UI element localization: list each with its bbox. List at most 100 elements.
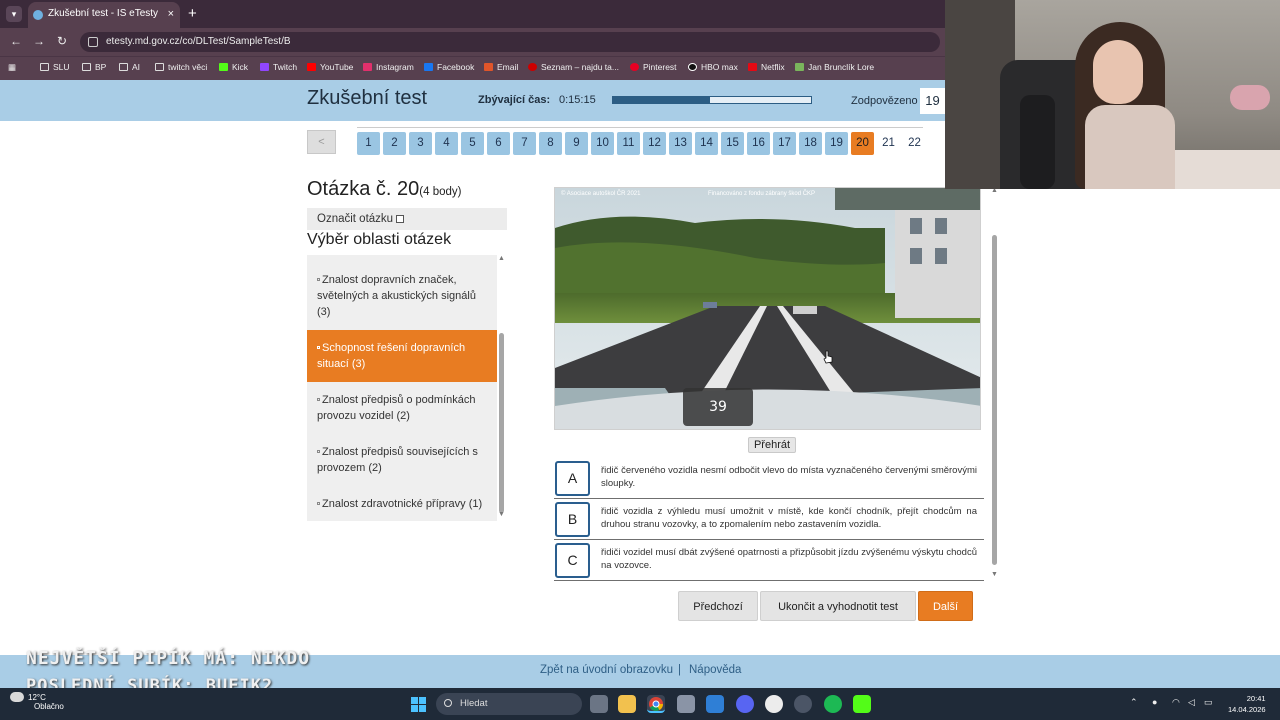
question-nav-11[interactable]: 11	[617, 132, 640, 155]
help-link[interactable]: Nápověda	[689, 664, 741, 676]
volume-icon[interactable]: ◁	[1188, 697, 1195, 708]
bookmark-twitch[interactable]: Twitch	[260, 62, 297, 72]
bookmark-jan-brunclik-lore[interactable]: Jan Brunclík Lore	[795, 62, 874, 72]
windows-start-icon[interactable]	[411, 697, 426, 712]
spotify-icon[interactable]	[824, 695, 842, 713]
question-nav-7[interactable]: 7	[513, 132, 536, 155]
question-video[interactable]: © Asociace autoškol ČR 2021 Financováno …	[554, 187, 981, 430]
question-nav-19[interactable]: 19	[825, 132, 848, 155]
home-link[interactable]: Zpět na úvodní obrazovku	[540, 664, 673, 676]
previous-button[interactable]: Předchozí	[678, 591, 758, 621]
answer-option-a[interactable]: A řidič červeného vozidla nesmí odbočit …	[554, 458, 984, 499]
taskbar-clock[interactable]: 20:41 14.04.2026	[1228, 693, 1266, 715]
bookmark-bp[interactable]: BP	[82, 62, 106, 72]
obs-icon[interactable]	[794, 695, 812, 713]
music-app-icon[interactable]	[765, 695, 783, 713]
task-view-icon[interactable]	[590, 695, 608, 713]
question-nav-4[interactable]: 4	[435, 132, 458, 155]
question-nav-2[interactable]: 2	[383, 132, 406, 155]
bookmark-facebook[interactable]: Facebook	[424, 62, 474, 72]
category-item-selected[interactable]: Schopnost řešení dopravních situací (3)	[307, 330, 497, 382]
browser-tab[interactable]: Zkušební test - IS eTesty ×	[28, 2, 180, 28]
question-nav-22[interactable]: 22	[903, 132, 926, 155]
url-field[interactable]: etesty.md.gov.cz/co/DLTest/SampleTest/B	[80, 32, 940, 52]
question-nav-14[interactable]: 14	[695, 132, 718, 155]
reload-icon[interactable]: ↻	[57, 34, 67, 48]
remaining-time-label: Zbývající čas:	[478, 94, 551, 106]
answer-option-b[interactable]: B řidič vozidla z výhledu musí umožnit v…	[554, 499, 984, 540]
settings-gear-icon[interactable]	[677, 695, 695, 713]
category-item[interactable]: Znalost předpisů o podmínkách provozu vo…	[307, 392, 497, 424]
category-scroll-thumb[interactable]	[499, 333, 504, 513]
bookmark-twitch-veci[interactable]: twitch věci	[155, 62, 207, 72]
wifi-icon[interactable]: ◠	[1172, 697, 1180, 708]
question-scroll-thumb[interactable]	[992, 235, 997, 565]
bookmark-seznam[interactable]: Seznam – najdu ta...	[528, 62, 619, 72]
battery-icon[interactable]: ▭	[1204, 697, 1213, 708]
close-tab-icon[interactable]: ×	[168, 2, 174, 26]
microphone-icon[interactable]: ●	[1152, 697, 1157, 707]
webcam-headset	[1230, 85, 1270, 110]
weather-widget[interactable]: 12°C Oblačno	[10, 692, 64, 711]
taskbar-search[interactable]: Hledat	[436, 693, 582, 715]
question-nav-1[interactable]: 1	[357, 132, 380, 155]
webcam-feed	[945, 0, 1280, 189]
finish-test-button[interactable]: Ukončit a vyhodnotit test	[760, 591, 916, 621]
scroll-down-icon[interactable]: ▼	[498, 511, 505, 518]
answer-key-b[interactable]: B	[555, 502, 590, 537]
new-tab-icon[interactable]: +	[188, 5, 197, 22]
question-nav-3[interactable]: 3	[409, 132, 432, 155]
scroll-up-icon[interactable]: ▲	[498, 255, 505, 262]
answer-option-c[interactable]: C řidiči vozidel musí dbát zvýšené opatr…	[554, 540, 984, 581]
tray-overflow-icon[interactable]: ⌃	[1130, 697, 1138, 708]
bookmark-hbo-max[interactable]: HBO max	[688, 62, 738, 72]
chrome-icon[interactable]	[647, 695, 665, 713]
category-item[interactable]: Znalost dopravních značek, světelných a …	[307, 272, 497, 320]
next-button[interactable]: Další	[918, 591, 973, 621]
answer-text-c[interactable]: řidiči vozidel musí dbát zvýšené opatrno…	[601, 546, 977, 572]
discord-icon[interactable]	[736, 695, 754, 713]
photos-icon[interactable]	[706, 695, 724, 713]
tab-search-icon[interactable]: ▾	[6, 6, 22, 22]
apps-grid-icon[interactable]: ▦	[8, 62, 16, 73]
question-nav-20[interactable]: 20	[851, 132, 874, 155]
category-item[interactable]: Znalost předpisů souvisejících s provoze…	[307, 444, 497, 476]
question-nav-8[interactable]: 8	[539, 132, 562, 155]
question-nav-9[interactable]: 9	[565, 132, 588, 155]
question-nav-15[interactable]: 15	[721, 132, 744, 155]
bookmark-email[interactable]: Email	[484, 62, 518, 72]
webcam-person-body	[1085, 105, 1175, 189]
bookmark-youtube[interactable]: YouTube	[307, 62, 353, 72]
category-item[interactable]: Znalost zdravotnické přípravy (1)	[307, 496, 497, 512]
previous-question-arrow[interactable]: <	[307, 130, 336, 154]
bookmark-kick[interactable]: Kick	[219, 62, 248, 72]
question-nav-13[interactable]: 13	[669, 132, 692, 155]
forward-arrow-icon[interactable]: →	[33, 34, 45, 48]
question-nav-17[interactable]: 17	[773, 132, 796, 155]
answer-key-c[interactable]: C	[555, 543, 590, 578]
question-nav-18[interactable]: 18	[799, 132, 822, 155]
question-nav-10[interactable]: 10	[591, 132, 614, 155]
file-explorer-icon[interactable]	[618, 695, 636, 713]
question-nav-21[interactable]: 21	[877, 132, 900, 155]
bookmark-netflix[interactable]: Netflix	[748, 62, 785, 72]
play-button[interactable]: Přehrát	[748, 437, 796, 453]
category-scrollbar[interactable]: ▲ ▼	[497, 255, 506, 521]
answer-text-a[interactable]: řidič červeného vozidla nesmí odbočit vl…	[601, 464, 977, 490]
mark-question-checkbox[interactable]	[396, 215, 405, 223]
bookmark-slu[interactable]: SLU	[40, 62, 70, 72]
bookmark-ai[interactable]: AI	[119, 62, 140, 72]
answer-key-a[interactable]: A	[555, 461, 590, 496]
question-scrollbar[interactable]: ▲ ▼	[990, 187, 999, 579]
question-nav-6[interactable]: 6	[487, 132, 510, 155]
answer-text-b[interactable]: řidič vozidla z výhledu musí umožnit v m…	[601, 505, 977, 531]
bookmark-pinterest[interactable]: Pinterest	[630, 62, 677, 72]
scroll-down-icon[interactable]: ▼	[991, 571, 998, 578]
kick-app-icon[interactable]	[853, 695, 871, 713]
question-nav-16[interactable]: 16	[747, 132, 770, 155]
bookmark-instagram[interactable]: Instagram	[363, 62, 414, 72]
back-arrow-icon[interactable]: ←	[10, 34, 22, 48]
question-nav-5[interactable]: 5	[461, 132, 484, 155]
site-info-icon[interactable]	[88, 37, 98, 47]
question-nav-12[interactable]: 12	[643, 132, 666, 155]
